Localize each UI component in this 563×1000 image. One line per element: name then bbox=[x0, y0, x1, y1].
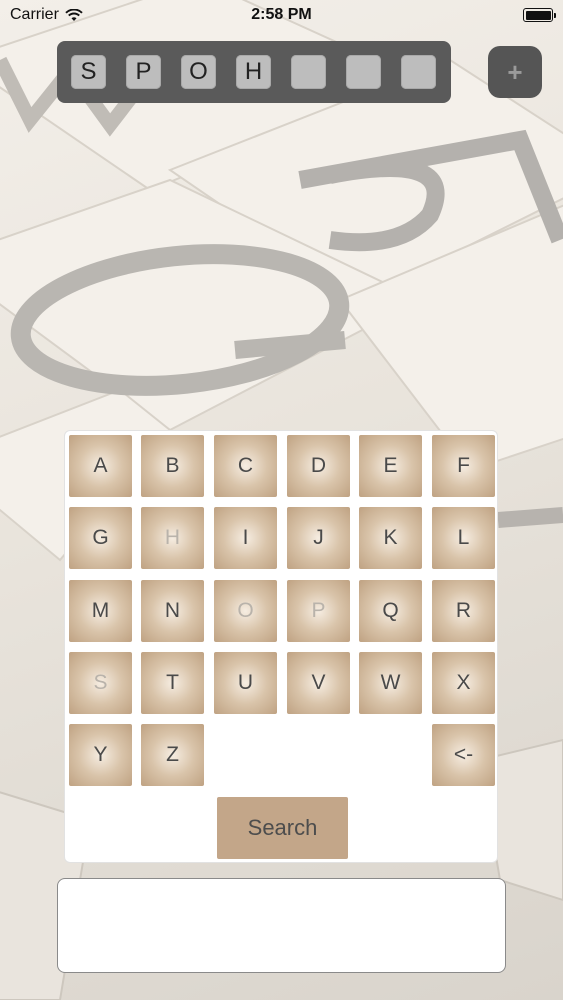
key-j[interactable]: J bbox=[287, 507, 350, 569]
status-left: Carrier bbox=[10, 6, 83, 24]
key-t[interactable]: T bbox=[141, 652, 204, 714]
battery-level bbox=[525, 10, 551, 20]
key-a[interactable]: A bbox=[69, 435, 132, 497]
key-c[interactable]: C bbox=[214, 435, 277, 497]
key-y[interactable]: Y bbox=[69, 724, 132, 786]
key-q[interactable]: Q bbox=[359, 580, 422, 642]
status-bar: Carrier 2:58 PM bbox=[0, 0, 563, 30]
results-box bbox=[57, 878, 506, 973]
key-d[interactable]: D bbox=[287, 435, 350, 497]
letter-slot-7[interactable] bbox=[401, 55, 436, 89]
key-i[interactable]: I bbox=[214, 507, 277, 569]
letter-slots-panel: S P O H bbox=[57, 41, 451, 103]
letter-slot-2[interactable]: P bbox=[126, 55, 161, 89]
letter-slot-3[interactable]: O bbox=[181, 55, 216, 89]
key-f[interactable]: F bbox=[432, 435, 495, 497]
key-w[interactable]: W bbox=[359, 652, 422, 714]
key-n[interactable]: N bbox=[141, 580, 204, 642]
letter-slot-1[interactable]: S bbox=[71, 55, 106, 89]
key-h[interactable]: H bbox=[141, 507, 204, 569]
key-v[interactable]: V bbox=[287, 652, 350, 714]
key-x[interactable]: X bbox=[432, 652, 495, 714]
key-l[interactable]: L bbox=[432, 507, 495, 569]
search-button[interactable]: Search bbox=[217, 797, 348, 859]
letter-slot-4[interactable]: H bbox=[236, 55, 271, 89]
key-o[interactable]: O bbox=[214, 580, 277, 642]
backspace-key[interactable]: <- bbox=[432, 724, 495, 786]
key-z[interactable]: Z bbox=[141, 724, 204, 786]
wifi-icon bbox=[65, 8, 83, 21]
letter-slot-6[interactable] bbox=[346, 55, 381, 89]
key-r[interactable]: R bbox=[432, 580, 495, 642]
letter-keyboard: ABCDEF GHIJKL MNOPQR STUVWX YZ <- Search bbox=[64, 430, 498, 863]
key-k[interactable]: K bbox=[359, 507, 422, 569]
key-g[interactable]: G bbox=[69, 507, 132, 569]
key-p[interactable]: P bbox=[287, 580, 350, 642]
key-e[interactable]: E bbox=[359, 435, 422, 497]
status-time: 2:58 PM bbox=[251, 6, 312, 23]
letter-slot-5[interactable] bbox=[291, 55, 326, 89]
key-b[interactable]: B bbox=[141, 435, 204, 497]
battery-icon bbox=[523, 8, 556, 22]
key-u[interactable]: U bbox=[214, 652, 277, 714]
key-m[interactable]: M bbox=[69, 580, 132, 642]
key-s[interactable]: S bbox=[69, 652, 132, 714]
carrier-label: Carrier bbox=[10, 6, 59, 23]
add-slot-button[interactable]: + bbox=[488, 46, 542, 98]
